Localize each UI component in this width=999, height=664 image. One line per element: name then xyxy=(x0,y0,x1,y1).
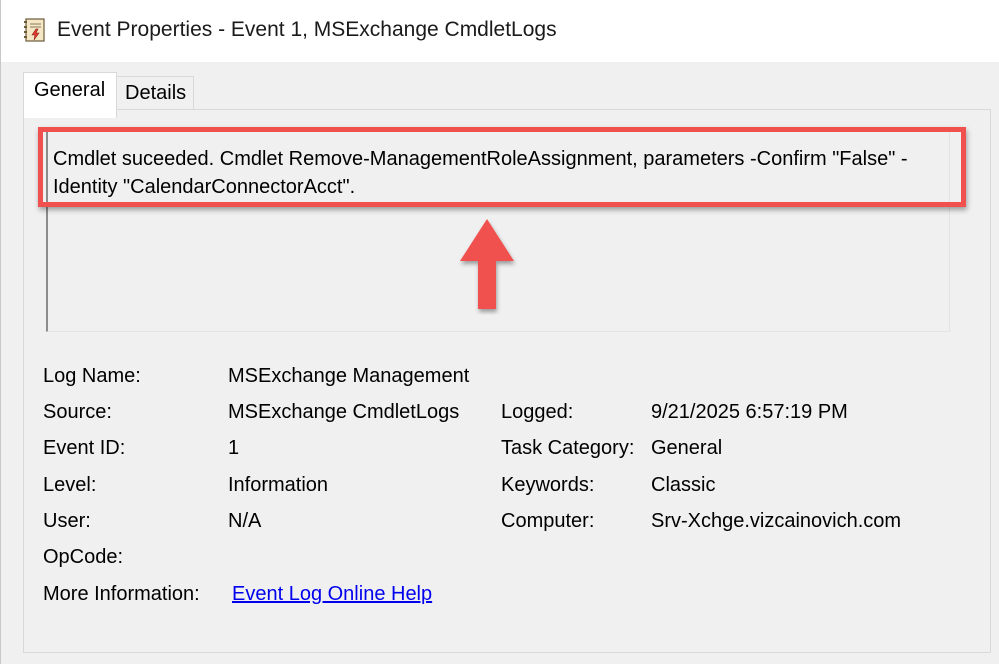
event-viewer-icon xyxy=(24,18,45,42)
logged-label: Logged: xyxy=(501,401,574,423)
log-name-value[interactable]: MSExchange Management xyxy=(228,365,469,388)
tab-details[interactable]: Details xyxy=(116,76,194,110)
level-value[interactable]: Information xyxy=(228,474,328,497)
logged-value[interactable]: 9/21/2025 6:57:19 PM xyxy=(651,401,848,424)
more-information-label: More Information: xyxy=(43,583,200,605)
user-label: User: xyxy=(43,510,91,532)
opcode-label: OpCode: xyxy=(43,546,124,568)
keywords-value[interactable]: Classic xyxy=(651,474,715,497)
tab-general[interactable]: General xyxy=(23,72,117,118)
task-category-label: Task Category: xyxy=(501,437,635,459)
computer-value[interactable]: Srv-Xchge.vizcainovich.com xyxy=(651,510,901,533)
event-properties-window: Event Properties - Event 1, MSExchange C… xyxy=(0,0,999,664)
event-id-label: Event ID: xyxy=(43,437,126,459)
computer-label: Computer: xyxy=(501,510,595,532)
up-arrow-icon xyxy=(460,219,514,309)
user-value[interactable]: N/A xyxy=(228,510,261,533)
event-log-online-help-link[interactable]: Event Log Online Help xyxy=(232,583,432,606)
title-bar[interactable]: Event Properties - Event 1, MSExchange C… xyxy=(1,0,999,62)
keywords-label: Keywords: xyxy=(501,474,595,496)
task-category-value[interactable]: General xyxy=(651,437,722,460)
event-id-value[interactable]: 1 xyxy=(228,437,239,460)
window-title: Event Properties - Event 1, MSExchange C… xyxy=(57,18,557,41)
source-value[interactable]: MSExchange CmdletLogs xyxy=(228,401,459,424)
log-name-label: Log Name: xyxy=(43,365,141,387)
highlight-box-annotation xyxy=(38,127,966,207)
source-label: Source: xyxy=(43,401,112,423)
level-label: Level: xyxy=(43,474,97,496)
